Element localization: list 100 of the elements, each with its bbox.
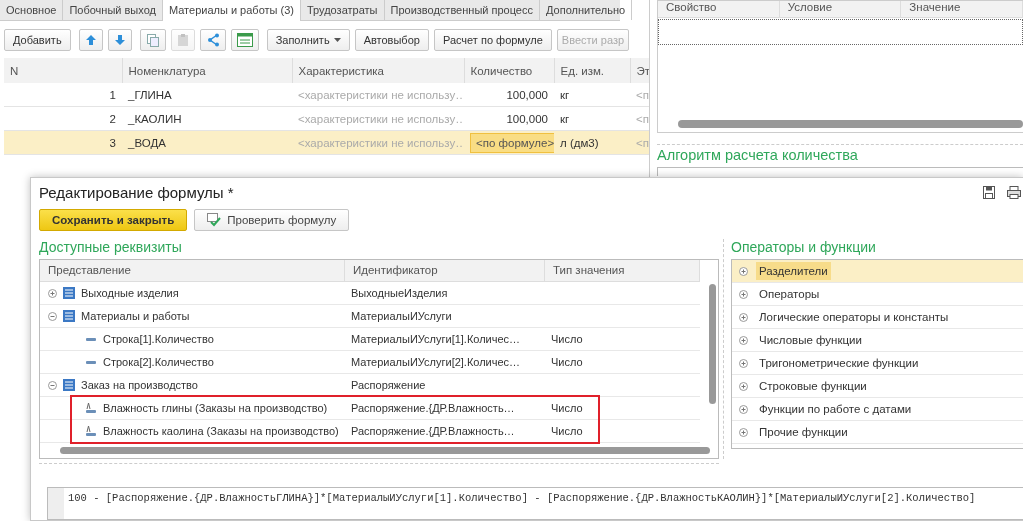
dropdown-button[interactable]: Заполнить (266, 29, 350, 51)
table-cell: 100,000 (464, 83, 554, 107)
up-arrow-icon (84, 34, 97, 46)
check-formula-button[interactable]: Проверить формулу (194, 209, 350, 231)
table-cell: 1 (4, 83, 122, 107)
tree-item[interactable]: Заказ на производство (81, 374, 198, 396)
icon-button[interactable] (107, 29, 132, 51)
column-header[interactable]: N (4, 58, 122, 83)
table-cell: _ГЛИНА (122, 83, 292, 107)
down-arrow-icon (113, 34, 126, 46)
tab[interactable]: Материалы и работы (3) (162, 0, 301, 21)
column-header[interactable]: Условие (779, 1, 902, 17)
table-cell: кг (554, 83, 630, 107)
scrollbar[interactable] (709, 284, 716, 404)
dialog-title: Редактирование формулы * (39, 184, 234, 201)
column-header[interactable]: Значение (901, 1, 1023, 17)
cell-editor[interactable]: <по формуле> (470, 132, 554, 153)
expand-icon (739, 266, 748, 276)
expand-icon (739, 427, 748, 437)
list-icon (63, 310, 75, 322)
tab[interactable]: Дополнительно (540, 0, 633, 20)
table-cell: _КАОЛИН (122, 106, 292, 131)
list-item[interactable]: Прочие функции (732, 421, 1023, 444)
table-cell: Число (551, 356, 583, 368)
scrollbar[interactable] (60, 447, 710, 454)
table-cell: Число (551, 425, 583, 437)
scrollbar[interactable] (678, 120, 1023, 128)
attribute-icon (85, 402, 97, 414)
copy-icon (145, 33, 160, 47)
tab[interactable]: Основное (0, 0, 64, 20)
expand-icon[interactable] (48, 288, 57, 298)
tree-item[interactable]: Строка[1].Количество (103, 328, 214, 350)
column-header[interactable]: Характеристика (292, 58, 464, 83)
column-header[interactable]: Количество (464, 58, 554, 83)
expand-icon (739, 404, 748, 414)
expand-icon (739, 335, 748, 345)
table-cell: 100,000 (464, 106, 554, 131)
tree-item[interactable]: Выходные изделия (81, 282, 179, 304)
table-cell: <характеристики не использу… (292, 83, 464, 107)
list-item[interactable]: Тригонометрические функции (732, 352, 1023, 375)
formula-field[interactable]: 100 - [Распоряжение.{ДР.ВлажностьГЛИНА}]*[МатериалыИУслуги[1].Количество] - [Распоряжение.{ДР.ВлажностьКАОЛИН}]*[МатериалыИУслуги[2].Количество] (47, 487, 1023, 520)
column-header[interactable]: Ед. изм. (554, 58, 630, 83)
table-cell: МатериалыИУслуги[2].Количес… (351, 356, 521, 368)
expand-icon (739, 289, 748, 299)
collapse-icon[interactable] (48, 311, 57, 321)
list-item[interactable]: Числовые функции (732, 329, 1023, 352)
table-cell: <характеристики не использу… (292, 130, 464, 155)
tab[interactable]: Побочный выход (63, 0, 163, 20)
list-item[interactable]: Разделители (732, 260, 1023, 283)
column-header[interactable]: Тип значения (545, 260, 700, 282)
tab[interactable]: Трудозатраты (300, 0, 385, 20)
icon-button[interactable] (230, 29, 259, 51)
table-cell: Число (551, 333, 583, 345)
expand-icon (739, 381, 748, 391)
branch-icon (205, 33, 220, 47)
table-cell: кг (554, 106, 630, 131)
icon-button[interactable] (139, 29, 166, 51)
formula-check-icon (207, 213, 222, 227)
collapse-icon[interactable] (48, 380, 57, 390)
column-header[interactable]: Свойство (658, 1, 780, 17)
toolbar-button[interactable]: Добавить (4, 29, 71, 51)
table-cell: <характеристики не использу… (292, 106, 464, 131)
save-icon (983, 186, 995, 199)
list-item[interactable]: Функции по работе с датами (732, 398, 1023, 421)
expand-icon (739, 312, 748, 322)
table-cell: ВыходныеИзделия (351, 287, 448, 299)
list-icon (63, 287, 75, 299)
column-header[interactable]: Представление (40, 260, 345, 282)
list-item[interactable]: Операторы (732, 283, 1023, 306)
empty-row[interactable] (658, 19, 1023, 45)
tab[interactable]: Производственный процесс (384, 0, 540, 20)
tree-item[interactable]: Влажность глины (Заказы на производство) (103, 397, 328, 419)
table-cell: МатериалыИУслуги[1].Количес… (351, 333, 521, 345)
list-item[interactable]: Логические операторы и константы (732, 306, 1023, 329)
table-cell: <п (630, 130, 649, 155)
tree-item[interactable]: Материалы и работы (81, 305, 190, 327)
section-heading: Операторы и функции (731, 239, 877, 255)
column-header[interactable]: Идентификатор (345, 260, 545, 282)
table-icon (236, 33, 253, 47)
toolbar-button[interactable]: Расчет по формуле (433, 29, 552, 51)
table-cell: Распоряжение.{ДР.Влажность… (351, 402, 515, 414)
table-cell: <п (630, 83, 649, 107)
table-cell: л (дм3) (554, 130, 630, 155)
table-cell: _ВОДА (122, 130, 292, 155)
expand-icon (739, 358, 748, 368)
caret-icon (333, 38, 341, 42)
table-cell: Распоряжение (351, 379, 426, 391)
clipboard-icon (175, 33, 190, 47)
column-header[interactable]: Номенклатура (122, 58, 292, 83)
list-icon (63, 379, 75, 391)
attribute-icon (85, 425, 97, 437)
tree-item[interactable]: Строка[2].Количество (103, 351, 214, 373)
toolbar-button[interactable]: Автовыбор (354, 29, 429, 51)
save-close-button[interactable]: Сохранить и закрыть (39, 209, 188, 231)
icon-button[interactable] (199, 29, 226, 51)
icon-button[interactable] (78, 29, 103, 51)
list-item[interactable]: Строковые функции (732, 375, 1023, 398)
algorithm-field[interactable] (657, 167, 1023, 176)
table-cell: Распоряжение.{ДР.Влажность… (351, 425, 515, 437)
tree-item[interactable]: Влажность каолина (Заказы на производство) (103, 420, 339, 442)
